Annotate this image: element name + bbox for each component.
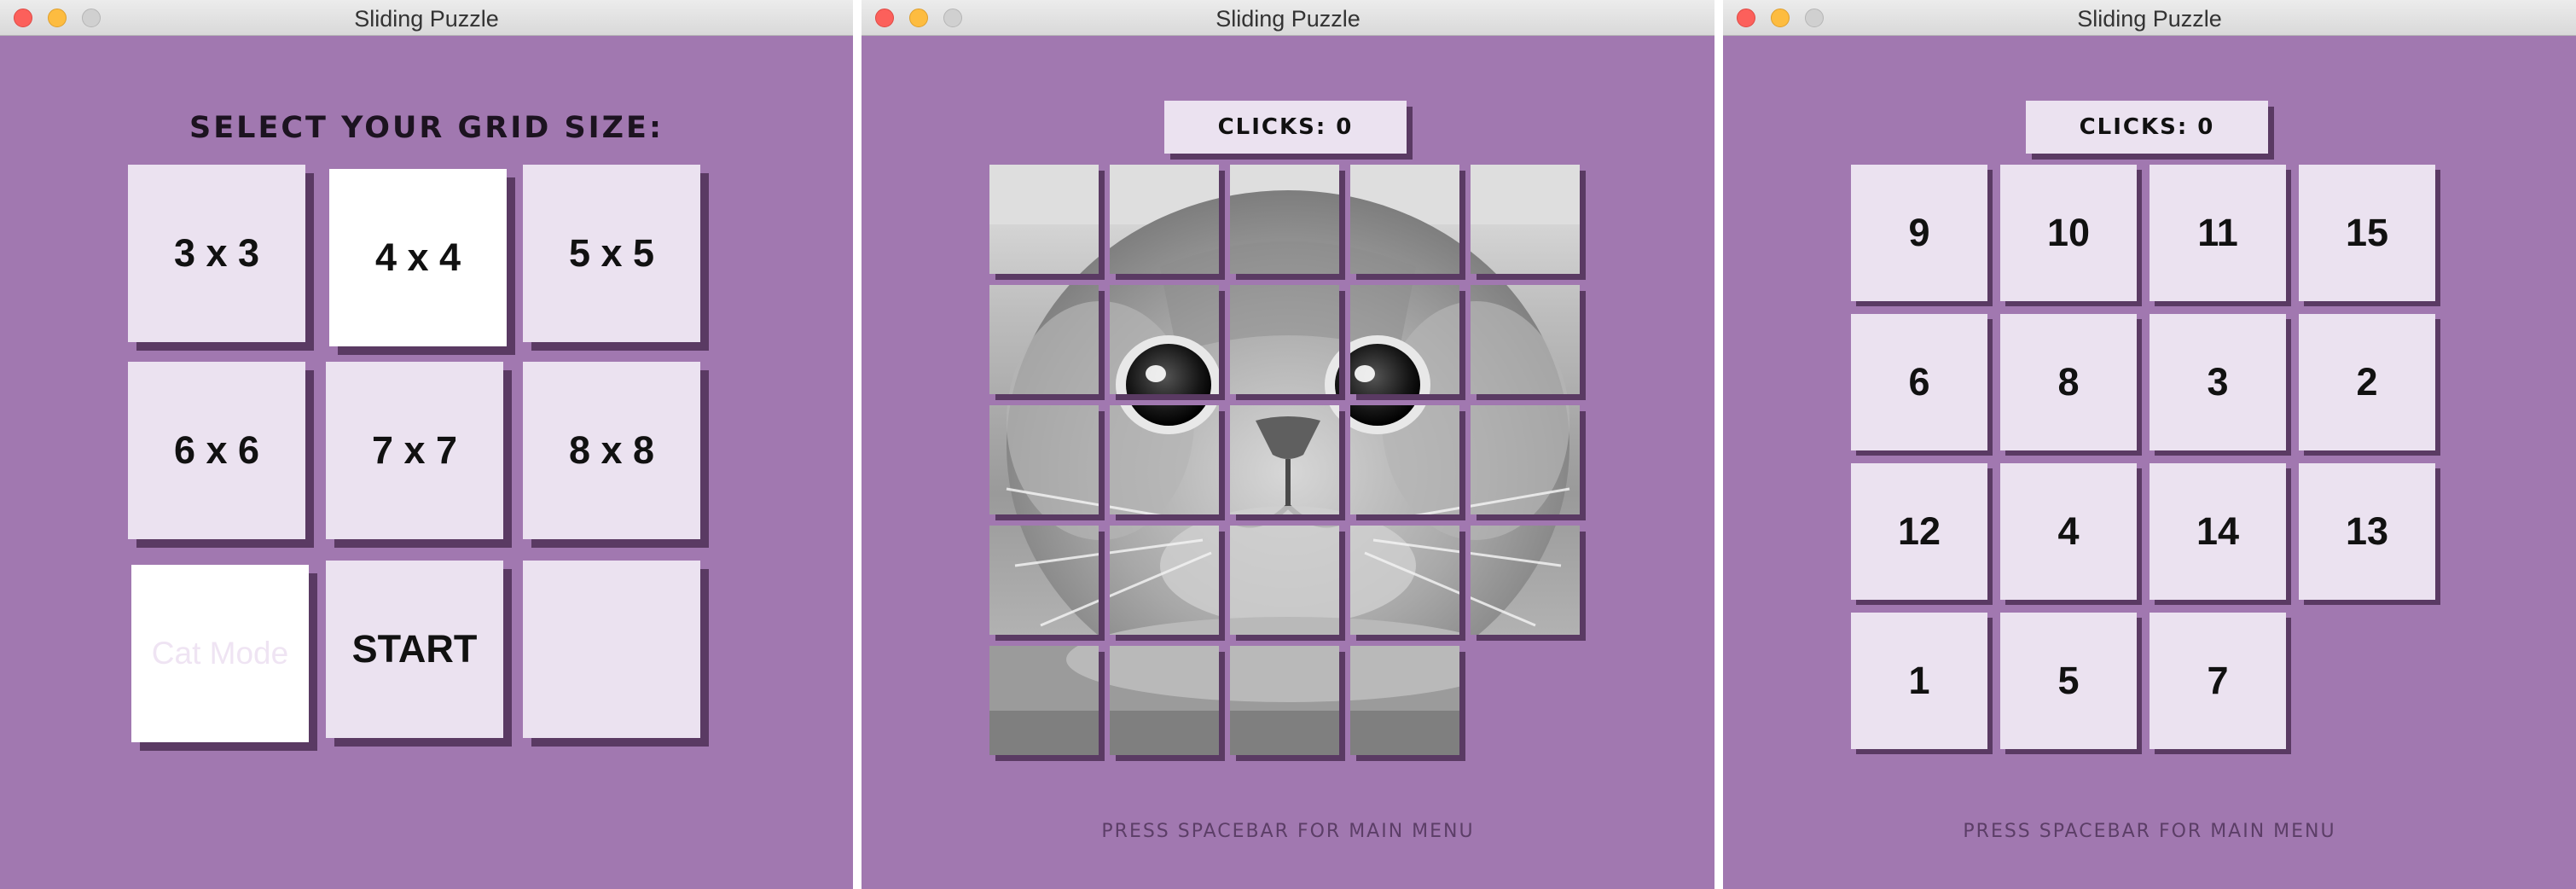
cat-tile-image: [1350, 165, 1459, 274]
cat-tile-image: [1110, 526, 1219, 635]
clicks-counter: CLICKS: 0: [1164, 101, 1407, 154]
cat-tile[interactable]: [1471, 526, 1580, 635]
cat-tile[interactable]: [1230, 526, 1339, 635]
start-button[interactable]: START: [326, 561, 503, 738]
cat-tile-image: [1350, 526, 1459, 635]
cat-tile-image: [989, 526, 1099, 635]
menu-window: Sliding Puzzle SELECT YOUR GRID SIZE: 3 …: [0, 0, 853, 889]
cat-tile-image: [989, 646, 1099, 755]
cat-tile[interactable]: [1110, 646, 1219, 755]
cat-tile[interactable]: [1230, 285, 1339, 394]
grid-size-heading: SELECT YOUR GRID SIZE:: [189, 111, 664, 145]
number-tile[interactable]: 14: [2150, 463, 2286, 600]
number-tile[interactable]: 8: [2000, 314, 2137, 450]
cat-tile[interactable]: [1350, 405, 1459, 514]
grid-option-8x8[interactable]: 8 x 8: [523, 362, 700, 539]
cat-puzzle-grid: [989, 165, 1587, 762]
cat-tile-image: [1230, 646, 1339, 755]
cat-tile-image: [1230, 165, 1339, 274]
cat-tile[interactable]: [1471, 285, 1580, 394]
number-tile[interactable]: 11: [2150, 165, 2286, 301]
cat-tile-image: [1110, 165, 1219, 274]
cat-tile-image: [1350, 405, 1459, 514]
window-title: Sliding Puzzle: [354, 6, 499, 32]
cat-tile-image: [989, 285, 1099, 394]
number-tile[interactable]: 10: [2000, 165, 2137, 301]
cat-tile-image: [1471, 165, 1580, 274]
cat-tile-image: [1230, 285, 1339, 394]
cat-tile[interactable]: [1110, 405, 1219, 514]
cat-tile[interactable]: [1471, 165, 1580, 274]
grid-option-7x7[interactable]: 7 x 7: [326, 362, 503, 539]
cat-tile-image: [1230, 526, 1339, 635]
cat-tile-image: [1110, 405, 1219, 514]
title-bar: Sliding Puzzle: [1723, 0, 2576, 36]
cat-tile-image: [1110, 646, 1219, 755]
cat-tile-image: [989, 165, 1099, 274]
cat-tile-image: [1471, 285, 1580, 394]
cat-tile[interactable]: [989, 526, 1099, 635]
number-tile[interactable]: 4: [2000, 463, 2137, 600]
cat-tile-image: [1230, 405, 1339, 514]
cat-tile[interactable]: [1110, 165, 1219, 274]
cat-tile[interactable]: [1110, 285, 1219, 394]
cat-tile-image: [1471, 526, 1580, 635]
cat-tile[interactable]: [1110, 526, 1219, 635]
cat-game-window: Sliding Puzzle CLICKS: 0 PRESS SPACEBAR …: [862, 0, 1714, 889]
grid-option-3x3[interactable]: 3 x 3: [128, 165, 305, 342]
cat-tile-image: [1471, 405, 1580, 514]
number-tile[interactable]: 13: [2299, 463, 2435, 600]
title-bar: Sliding Puzzle: [0, 0, 853, 36]
cat-tile[interactable]: [1471, 405, 1580, 514]
main-menu-hint: PRESS SPACEBAR FOR MAIN MENU: [1101, 821, 1475, 842]
main-menu-hint: PRESS SPACEBAR FOR MAIN MENU: [1963, 821, 2336, 842]
window-title: Sliding Puzzle: [1215, 6, 1361, 32]
number-tile[interactable]: 5: [2000, 613, 2137, 749]
cat-tile-image: [989, 405, 1099, 514]
grid-option-5x5[interactable]: 5 x 5: [523, 165, 700, 342]
clicks-counter: CLICKS: 0: [2026, 101, 2268, 154]
cat-tile[interactable]: [1230, 165, 1339, 274]
cat-tile[interactable]: [989, 405, 1099, 514]
cat-tile[interactable]: [1230, 405, 1339, 514]
number-tile[interactable]: 7: [2150, 613, 2286, 749]
cat-tile[interactable]: [989, 165, 1099, 274]
grid-option-4x4[interactable]: 4 x 4: [329, 169, 507, 346]
cat-tile[interactable]: [989, 646, 1099, 755]
window-title: Sliding Puzzle: [2077, 6, 2222, 32]
number-puzzle-grid: 9 10 11 15 6 8 3 2 12 4 14 13 1 5 7: [1851, 165, 2448, 762]
cat-tile[interactable]: [1350, 285, 1459, 394]
cat-tile[interactable]: [1230, 646, 1339, 755]
cat-tile[interactable]: [1350, 165, 1459, 274]
number-tile[interactable]: 2: [2299, 314, 2435, 450]
cat-tile[interactable]: [1350, 526, 1459, 635]
number-game-window: Sliding Puzzle CLICKS: 0 9 10 11 15 6 8 3 2 12 4 1…: [1723, 0, 2576, 889]
number-tile[interactable]: 1: [1851, 613, 1987, 749]
number-tile[interactable]: 9: [1851, 165, 1987, 301]
cat-tile-image: [1350, 285, 1459, 394]
empty-menu-tile: [523, 561, 700, 738]
cat-tile-image: [1110, 285, 1219, 394]
title-bar: Sliding Puzzle: [862, 0, 1714, 36]
number-tile[interactable]: 3: [2150, 314, 2286, 450]
cat-tile-image: [1350, 646, 1459, 755]
grid-option-6x6[interactable]: 6 x 6: [128, 362, 305, 539]
cat-tile[interactable]: [989, 285, 1099, 394]
cat-tile[interactable]: [1350, 646, 1459, 755]
number-tile[interactable]: 12: [1851, 463, 1987, 600]
number-tile[interactable]: 6: [1851, 314, 1987, 450]
cat-mode-button[interactable]: Cat Mode: [131, 565, 309, 742]
number-tile[interactable]: 15: [2299, 165, 2435, 301]
